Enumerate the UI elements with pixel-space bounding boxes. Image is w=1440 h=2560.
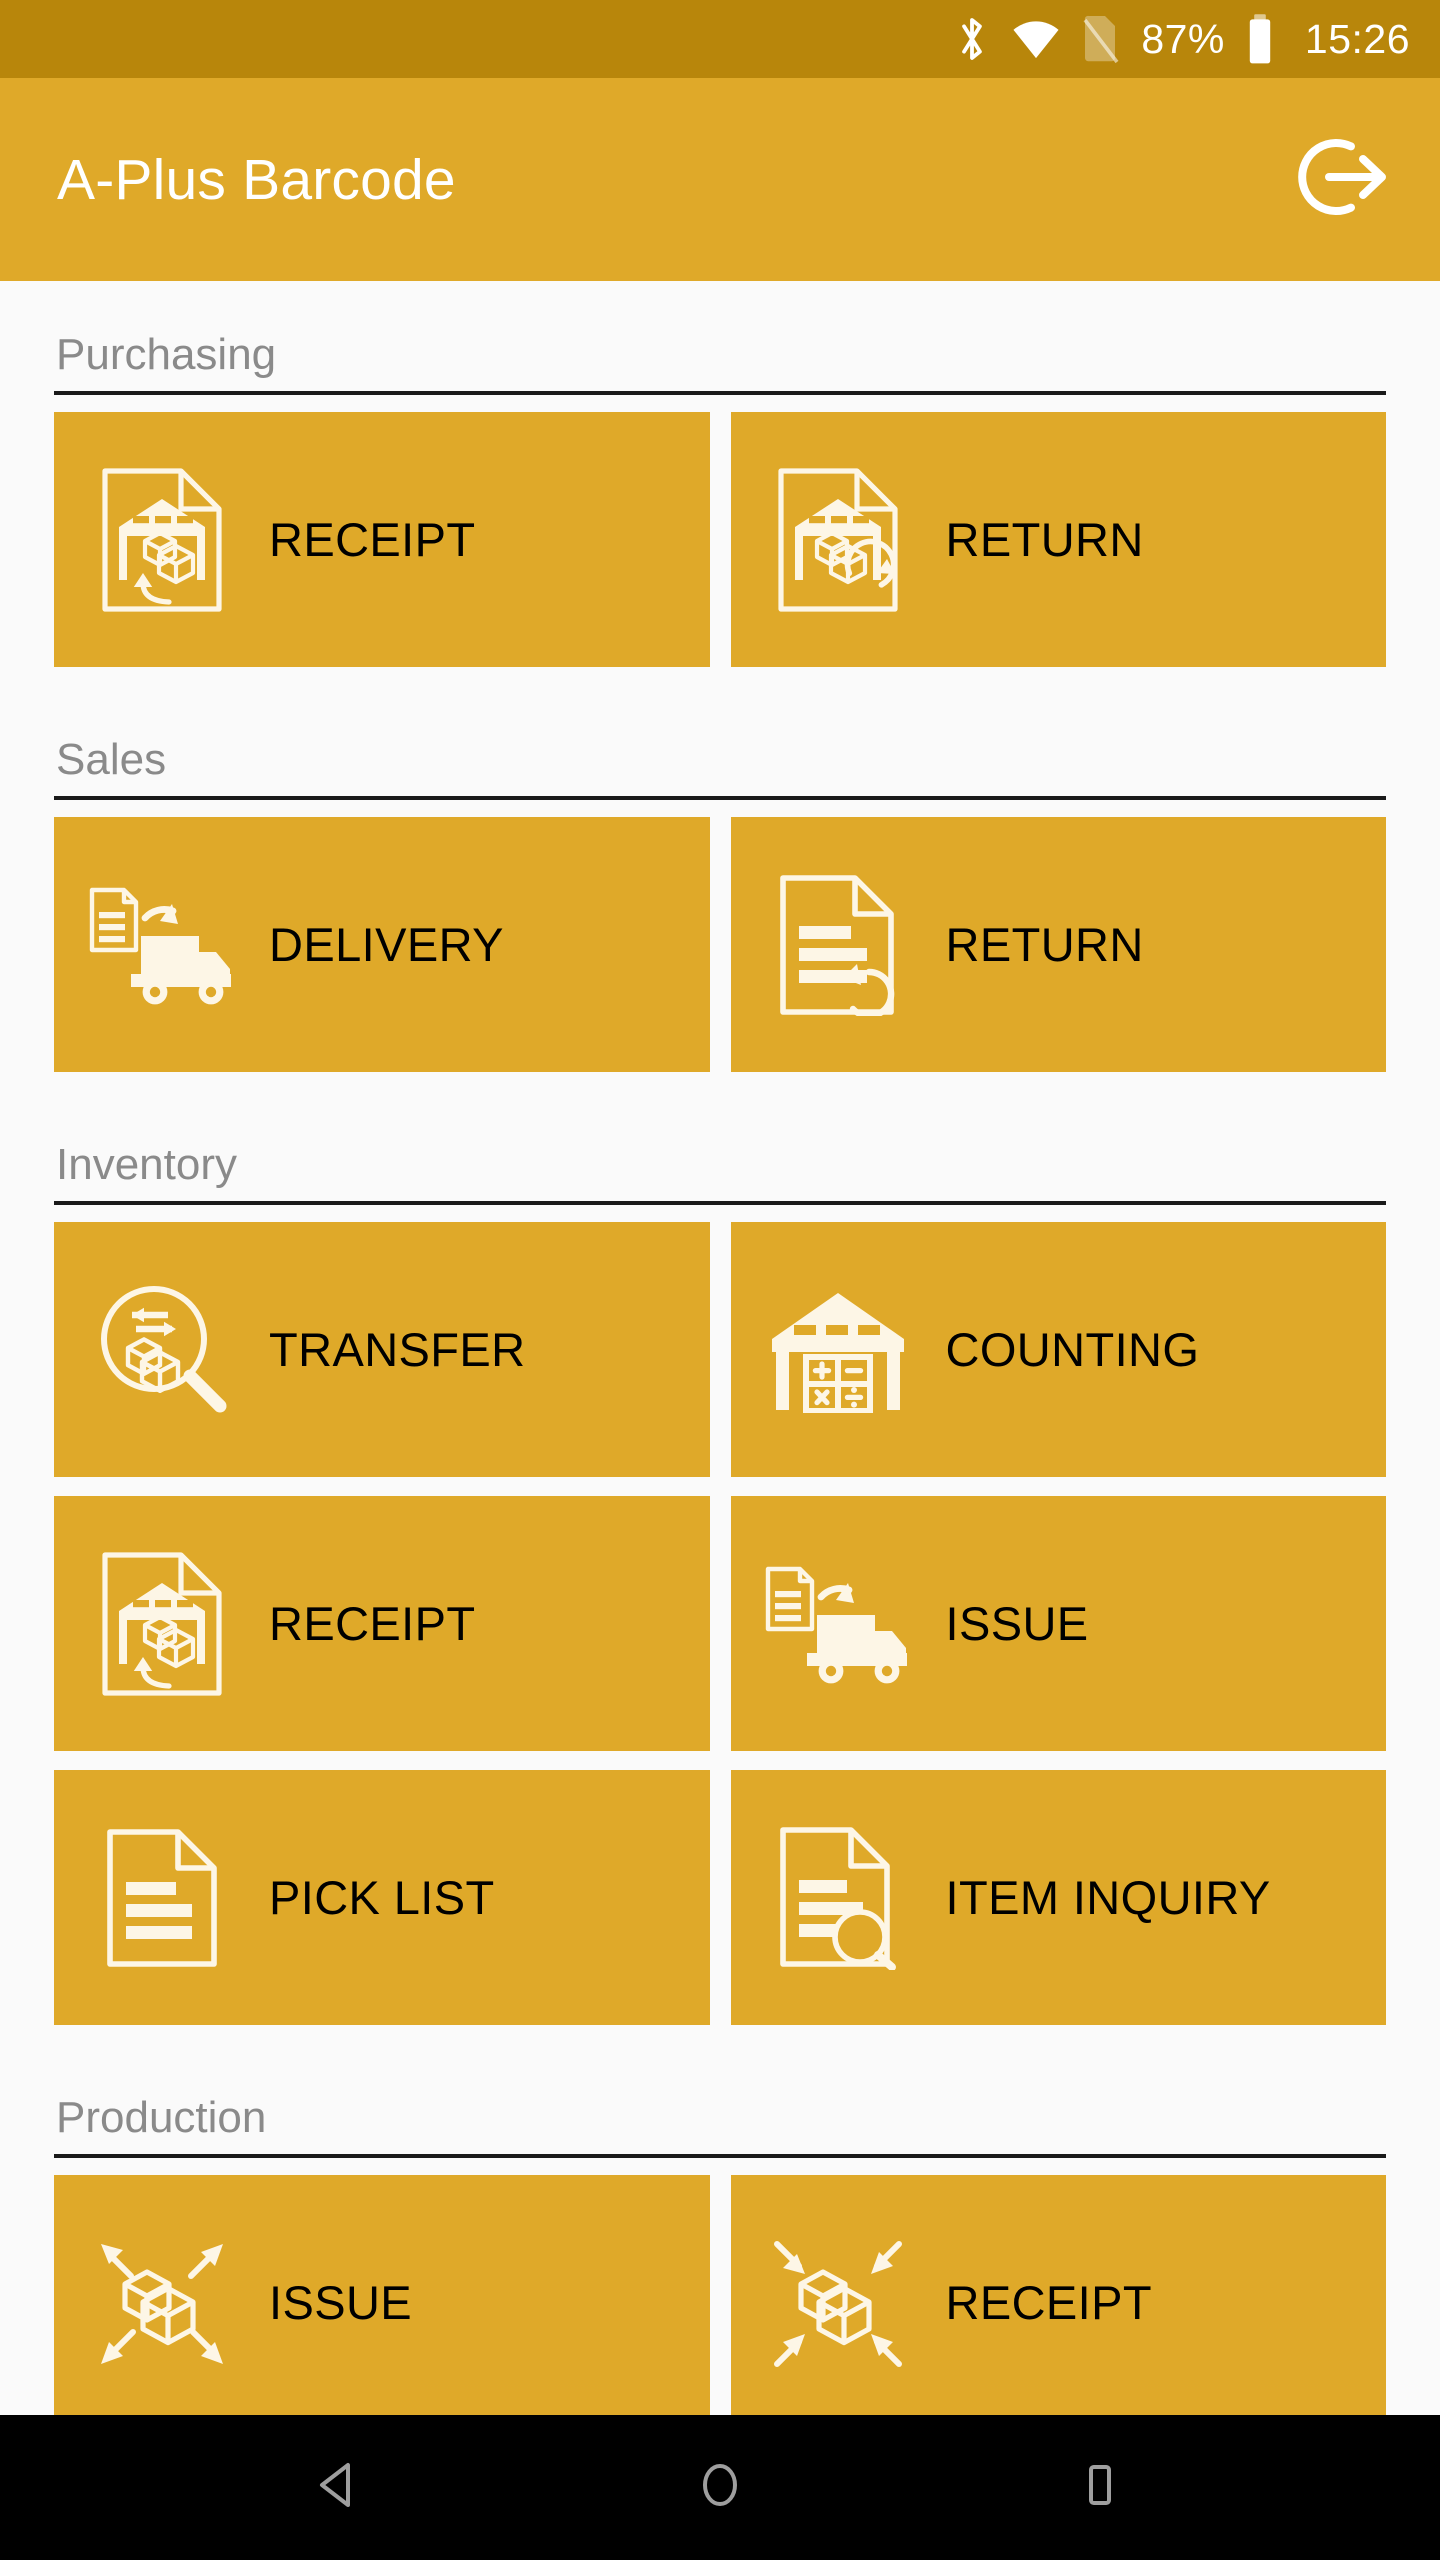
tile-label: ISSUE [945, 1597, 1089, 1650]
back-button[interactable] [270, 2418, 410, 2558]
phone-screen: 87% 15:26 A-Plus Barcode Purchasing RECE… [0, 0, 1440, 2560]
document-truck-icon [731, 1563, 946, 1685]
home-button[interactable] [650, 2418, 790, 2558]
tile-row: DELIVERY RETURN [54, 817, 1386, 1072]
section-production: Production ISSUE RECEIPT [54, 2044, 1386, 2415]
section-purchasing: Purchasing RECEIPT RETURN [54, 281, 1386, 667]
tile-inventory-receipt[interactable]: RECEIPT [54, 1496, 710, 1751]
section-divider [54, 1201, 1386, 1205]
boxes-arrows-out-icon [54, 2228, 269, 2378]
status-bar: 87% 15:26 [0, 0, 1440, 78]
tile-label: RETURN [945, 513, 1144, 566]
tile-row: PICK LIST ITEM INQUIRY [54, 1770, 1386, 2025]
tile-label: RECEIPT [945, 2276, 1152, 2329]
tile-inventory-issue[interactable]: ISSUE [730, 1496, 1386, 1751]
tile-label: RECEIPT [269, 1597, 476, 1650]
boxes-arrows-in-icon [731, 2228, 946, 2378]
tile-label: ISSUE [269, 2276, 413, 2329]
tile-label: DELIVERY [269, 918, 504, 971]
recents-icon [1074, 2459, 1126, 2516]
logout-button[interactable] [1286, 125, 1396, 235]
warehouse-calculator-icon [731, 1287, 946, 1413]
document-lines-return-icon [731, 874, 946, 1016]
tile-inventory-item-inquiry[interactable]: ITEM INQUIRY [730, 1770, 1386, 2025]
document-warehouse-inbound-icon [54, 467, 269, 613]
document-lines-icon [54, 1828, 269, 1968]
recents-button[interactable] [1030, 2418, 1170, 2558]
home-icon [694, 2459, 746, 2516]
section-inventory: Inventory TRANSFER COUNTING RECEIPT ISSU… [54, 1091, 1386, 2025]
document-truck-icon [54, 884, 269, 1006]
tile-sales-return[interactable]: RETURN [730, 817, 1386, 1072]
android-navigation-bar [0, 2415, 1440, 2560]
logout-icon [1289, 132, 1393, 227]
section-divider [54, 796, 1386, 800]
tile-label: PICK LIST [269, 1871, 495, 1924]
document-magnifier-icon [731, 1826, 946, 1970]
tile-row: RECEIPT [54, 412, 1386, 667]
magnifier-boxes-transfer-icon [54, 1283, 269, 1417]
tile-label: ITEM INQUIRY [945, 1871, 1271, 1924]
section-divider [54, 2154, 1386, 2158]
tile-label: RETURN [945, 918, 1144, 971]
tile-sales-delivery[interactable]: DELIVERY [54, 817, 710, 1072]
page-title: A-Plus Barcode [57, 147, 456, 212]
battery-percent-text: 87% [1141, 15, 1225, 62]
tile-row: TRANSFER COUNTING [54, 1222, 1386, 1477]
section-title: Production [56, 2093, 267, 2142]
tile-production-receipt[interactable]: RECEIPT [730, 2175, 1386, 2415]
tile-purchasing-receipt[interactable]: RECEIPT [54, 412, 710, 667]
tile-label: RECEIPT [269, 513, 476, 566]
section-divider [54, 391, 1386, 395]
section-sales: Sales DELIVERY RETURN [54, 686, 1386, 1072]
clock-text: 15:26 [1304, 15, 1410, 62]
battery-icon [1245, 13, 1275, 65]
section-title: Inventory [56, 1140, 237, 1189]
tile-purchasing-return[interactable]: RETURN [730, 412, 1386, 667]
bluetooth-icon [953, 15, 991, 63]
tile-inventory-counting[interactable]: COUNTING [730, 1222, 1386, 1477]
document-warehouse-inbound-icon [54, 1551, 269, 1697]
tile-inventory-pick-list[interactable]: PICK LIST [54, 1770, 710, 2025]
back-icon [314, 2459, 366, 2516]
tile-label: COUNTING [945, 1323, 1200, 1376]
section-title: Sales [56, 735, 167, 784]
tile-row: RECEIPT [54, 1496, 1386, 1751]
no-sim-icon [1081, 14, 1121, 64]
tile-label: TRANSFER [269, 1323, 526, 1376]
menu-content: Purchasing RECEIPT RETURN Sales DELIVERY… [0, 281, 1440, 2415]
document-warehouse-return-icon [731, 467, 946, 613]
tile-inventory-transfer[interactable]: TRANSFER [54, 1222, 710, 1477]
tile-row: ISSUE RECEIPT [54, 2175, 1386, 2415]
section-title: Purchasing [56, 330, 277, 379]
wifi-icon [1011, 18, 1061, 60]
tile-production-issue[interactable]: ISSUE [54, 2175, 710, 2415]
app-bar: A-Plus Barcode [0, 78, 1440, 281]
